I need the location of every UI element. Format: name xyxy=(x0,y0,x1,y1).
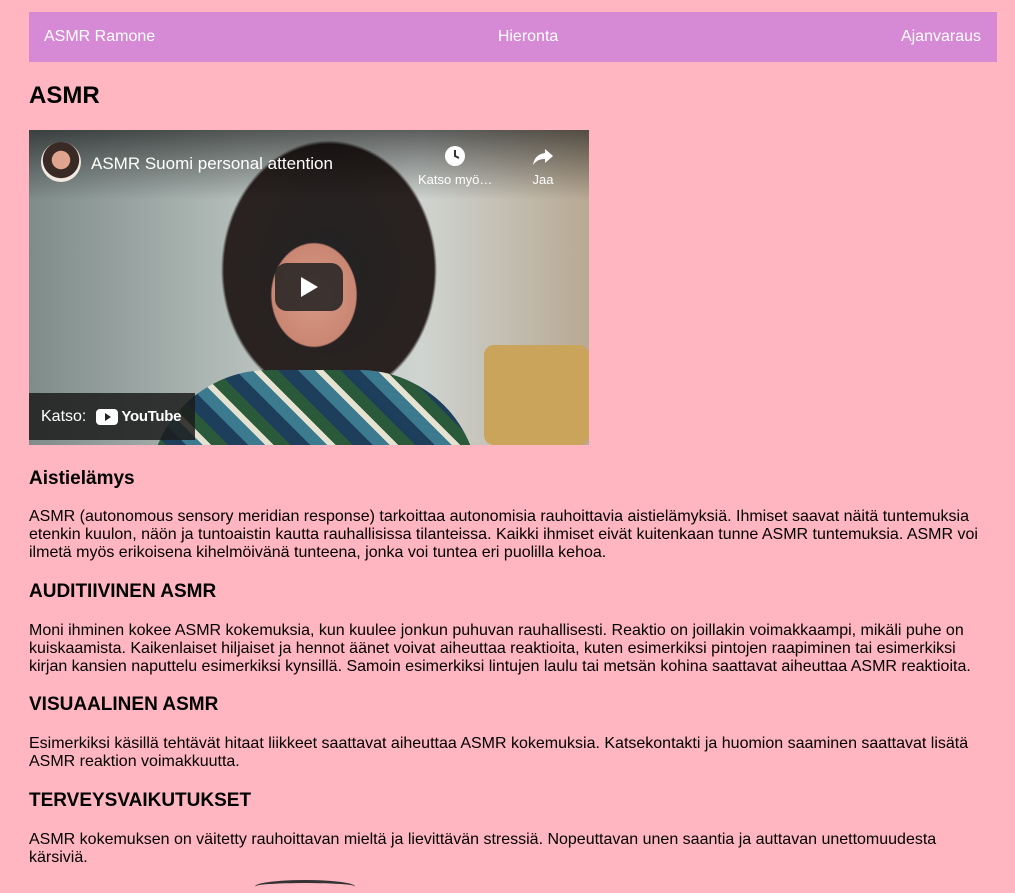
section-heading-terveysvaikutukset: TERVEYSVAIKUTUKSET xyxy=(29,790,252,811)
clock-icon xyxy=(445,146,466,166)
share-icon xyxy=(533,149,553,165)
section-text-auditiivinen: Moni ihminen kokee ASMR kokemuksia, kun … xyxy=(29,622,971,675)
nav-brand-link[interactable]: ASMR Ramone xyxy=(44,28,155,46)
share-label: Jaa xyxy=(532,172,554,187)
section-heading-aistielamys: Aistielämys xyxy=(29,468,135,489)
channel-avatar[interactable] xyxy=(41,142,81,182)
share-button[interactable]: Jaa xyxy=(531,144,555,187)
thumbnail-pillow xyxy=(484,345,589,445)
watch-later-button[interactable]: Katso myö… xyxy=(418,144,492,187)
partial-image-edge xyxy=(255,880,355,893)
watch-on-youtube-button[interactable]: Katso: YouTube xyxy=(29,393,196,440)
top-nav: ASMR Ramone Hieronta Ajanvaraus xyxy=(29,12,997,62)
section-text-visuaalinen: Esimerkiksi käsillä tehtävät hitaat liik… xyxy=(29,735,969,770)
section-text-terveysvaikutukset: ASMR kokemuksen on väitetty rauhoittavan… xyxy=(29,831,937,866)
section-heading-auditiivinen: AUDITIIVINEN ASMR xyxy=(29,581,217,602)
youtube-video-embed[interactable]: ASMR Suomi personal attention Katso myö…… xyxy=(29,130,589,445)
youtube-wordmark: YouTube xyxy=(121,408,182,425)
nav-booking-link[interactable]: Ajanvaraus xyxy=(901,28,981,46)
youtube-logo: YouTube xyxy=(96,408,182,425)
section-heading-visuaalinen: VISUAALINEN ASMR xyxy=(29,694,219,715)
video-title[interactable]: ASMR Suomi personal attention xyxy=(91,154,333,174)
youtube-play-icon xyxy=(96,408,119,425)
nav-massage-link[interactable]: Hieronta xyxy=(498,28,558,46)
watch-on-label: Katso: xyxy=(41,407,87,425)
section-text-aistielamys: ASMR (autonomous sensory meridian respon… xyxy=(29,508,978,561)
play-button[interactable] xyxy=(275,263,343,311)
page-title: ASMR xyxy=(29,82,100,109)
play-icon xyxy=(301,277,318,297)
watch-later-label: Katso myö… xyxy=(418,172,493,187)
